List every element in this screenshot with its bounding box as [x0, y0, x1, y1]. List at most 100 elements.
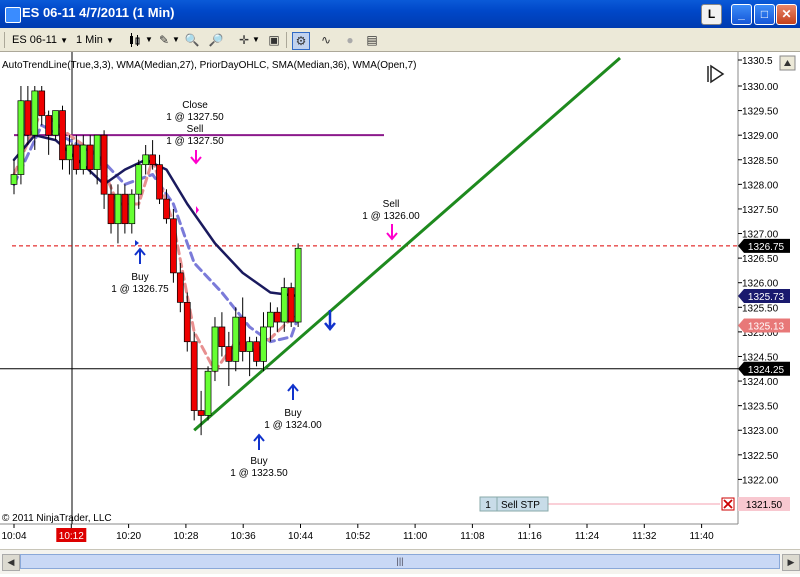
time-tick-label: 10:04	[1, 531, 26, 542]
candle-body[interactable]	[197, 410, 205, 416]
candle-body[interactable]	[128, 193, 136, 225]
crosshair-icon[interactable]: ✛	[236, 32, 252, 48]
price-tick-label: 1327.50	[742, 205, 779, 216]
candle-body[interactable]	[280, 287, 288, 323]
time-tick-label: 11:40	[689, 531, 714, 542]
chart-background	[0, 52, 800, 549]
price-tick-label: 1322.50	[742, 451, 779, 462]
time-tick-label: 10:44	[288, 531, 313, 542]
candle-body[interactable]	[17, 100, 25, 175]
candle-body[interactable]	[86, 144, 94, 170]
chevron-down-icon[interactable]: ▼	[252, 32, 260, 48]
candle-body[interactable]	[253, 341, 260, 362]
candle-body[interactable]	[24, 100, 32, 136]
candle-body[interactable]	[93, 134, 101, 170]
time-tick-label: 10:20	[116, 531, 141, 542]
chevron-down-icon[interactable]: ▼	[145, 32, 153, 48]
candle-body[interactable]	[73, 144, 80, 170]
candle-body[interactable]	[100, 134, 108, 195]
price-badge-label: 1326.75	[748, 242, 785, 253]
price-tick-label: 1330.5	[742, 56, 773, 67]
candle-body[interactable]	[273, 311, 281, 323]
candle-body[interactable]	[38, 90, 46, 116]
interval-label: 1 Min	[76, 34, 103, 46]
toolbar-separator	[286, 32, 287, 48]
price-chart[interactable]: AutoTrendLine(True,3,3), WMA(Median,27),…	[0, 52, 800, 549]
zoom-in-icon[interactable]: 🔍	[184, 32, 200, 48]
sell-price-label: 1 @ 1327.50	[166, 136, 224, 147]
candle-body[interactable]	[225, 346, 233, 362]
price-badge-label: 1325.73	[748, 292, 785, 303]
candle-body[interactable]	[149, 154, 156, 166]
candle-body[interactable]	[246, 341, 253, 352]
candle-body[interactable]	[204, 370, 212, 416]
buy-label: Buy	[131, 272, 148, 283]
chevron-down-icon: ▼	[60, 36, 69, 45]
candle-body[interactable]	[267, 311, 274, 328]
candle-body[interactable]	[142, 154, 150, 166]
price-tick-label: 1329.00	[742, 131, 779, 142]
close-label: Close	[182, 100, 208, 111]
interval-selector[interactable]: 1 Min ▼	[76, 32, 114, 48]
candle-body[interactable]	[31, 90, 39, 136]
candle-body[interactable]	[287, 287, 295, 323]
candle-body[interactable]	[66, 144, 73, 161]
chevron-down-icon: ▼	[105, 36, 114, 45]
instrument-selector[interactable]: ES 06-11 ▼	[12, 32, 68, 48]
close-button[interactable]: ✕	[776, 4, 797, 25]
candle-body[interactable]	[183, 302, 191, 343]
candle-body[interactable]	[163, 198, 170, 220]
scroll-thumb[interactable]: |||	[20, 554, 780, 569]
zoom-out-icon[interactable]: 🔎	[208, 32, 224, 48]
candle-body[interactable]	[121, 193, 129, 225]
price-tick-label: 1324.00	[742, 377, 779, 388]
candle-body[interactable]	[239, 316, 247, 352]
candle-body[interactable]	[232, 316, 240, 362]
candle-body[interactable]	[190, 341, 198, 411]
candle-body[interactable]	[170, 218, 177, 274]
candle-body[interactable]	[176, 272, 184, 303]
price-tick-label: 1326.50	[742, 254, 779, 265]
chevron-down-icon[interactable]: ▼	[172, 32, 180, 48]
price-tick-label: 1330.00	[742, 82, 779, 93]
candle-body[interactable]	[79, 144, 87, 170]
data-box-icon[interactable]: ▤	[364, 32, 380, 48]
chart-area[interactable]: AutoTrendLine(True,3,3), WMA(Median,27),…	[0, 52, 800, 577]
minimize-button[interactable]: _	[731, 4, 752, 25]
candle-body[interactable]	[52, 110, 59, 136]
scroll-left-icon[interactable]: ◀	[2, 554, 20, 571]
properties-icon[interactable]: ▣	[266, 32, 282, 48]
price-tick-label: 1326.00	[742, 279, 779, 290]
candle-body[interactable]	[211, 326, 219, 372]
record-icon[interactable]: ●	[342, 32, 358, 48]
horizontal-scrollbar[interactable]: ◀ ||| ▶	[0, 549, 800, 574]
candle-body[interactable]	[218, 326, 226, 347]
price-badge-label: 1325.13	[748, 321, 785, 332]
price-tick-label: 1329.50	[742, 107, 779, 118]
candle-body[interactable]	[114, 193, 122, 225]
candle-body[interactable]	[107, 193, 115, 225]
maximize-button[interactable]: □	[754, 4, 775, 25]
price-tick-label: 1325.50	[742, 303, 779, 314]
strategy-icon[interactable]: ⚙	[292, 32, 310, 50]
indicator-icon[interactable]: ∿	[318, 32, 334, 48]
candle-body[interactable]	[45, 115, 53, 136]
sell-price-label: 1 @ 1326.00	[362, 211, 420, 222]
time-tick-label: 11:00	[403, 531, 428, 542]
candlestick-style-icon[interactable]	[128, 32, 144, 48]
candle-body[interactable]	[156, 164, 163, 200]
pencil-draw-icon[interactable]: ✎	[156, 32, 172, 48]
time-tick-label: 11:24	[575, 531, 600, 542]
candle-body[interactable]	[10, 174, 18, 185]
time-tick-label: 11:08	[460, 531, 485, 542]
time-tick-label: 10:28	[173, 531, 198, 542]
price-tick-label: 1322.00	[742, 475, 779, 486]
candle-body[interactable]	[260, 326, 267, 362]
candle-body[interactable]	[135, 164, 143, 195]
candle-body[interactable]	[59, 110, 66, 161]
instrument-label: ES 06-11	[12, 34, 58, 46]
candle-body[interactable]	[294, 247, 302, 323]
link-button[interactable]: L	[701, 4, 722, 25]
scroll-right-icon[interactable]: ▶	[782, 554, 800, 571]
close-price-label: 1 @ 1327.50	[166, 112, 224, 123]
